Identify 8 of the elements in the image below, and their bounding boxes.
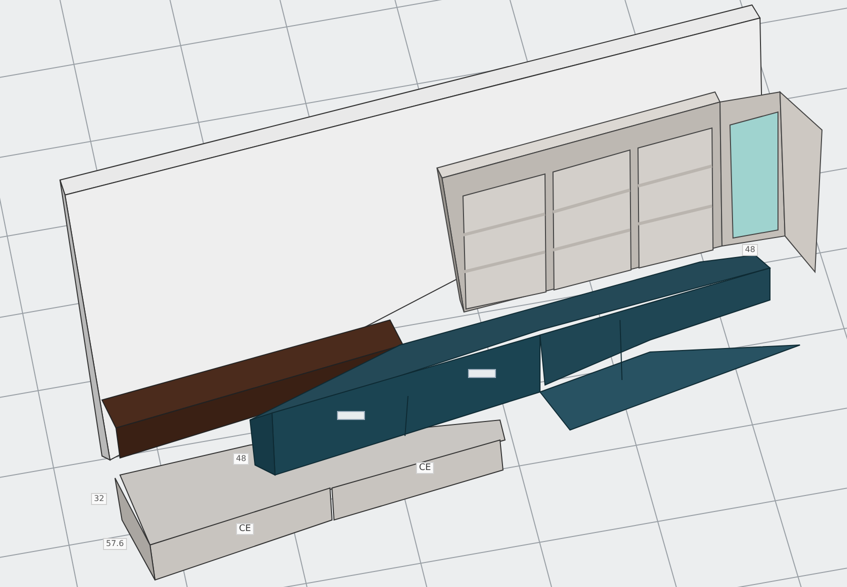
dimension-label: 48 — [742, 244, 758, 256]
dimension-label: 48 — [233, 453, 250, 465]
dimension-label: 57.6 — [103, 538, 127, 550]
product-tag: CE — [236, 523, 254, 535]
logo-plate — [337, 411, 365, 420]
logo-plate — [468, 369, 496, 378]
dimension-label: 32 — [91, 493, 108, 505]
product-tag: CE — [416, 462, 434, 474]
